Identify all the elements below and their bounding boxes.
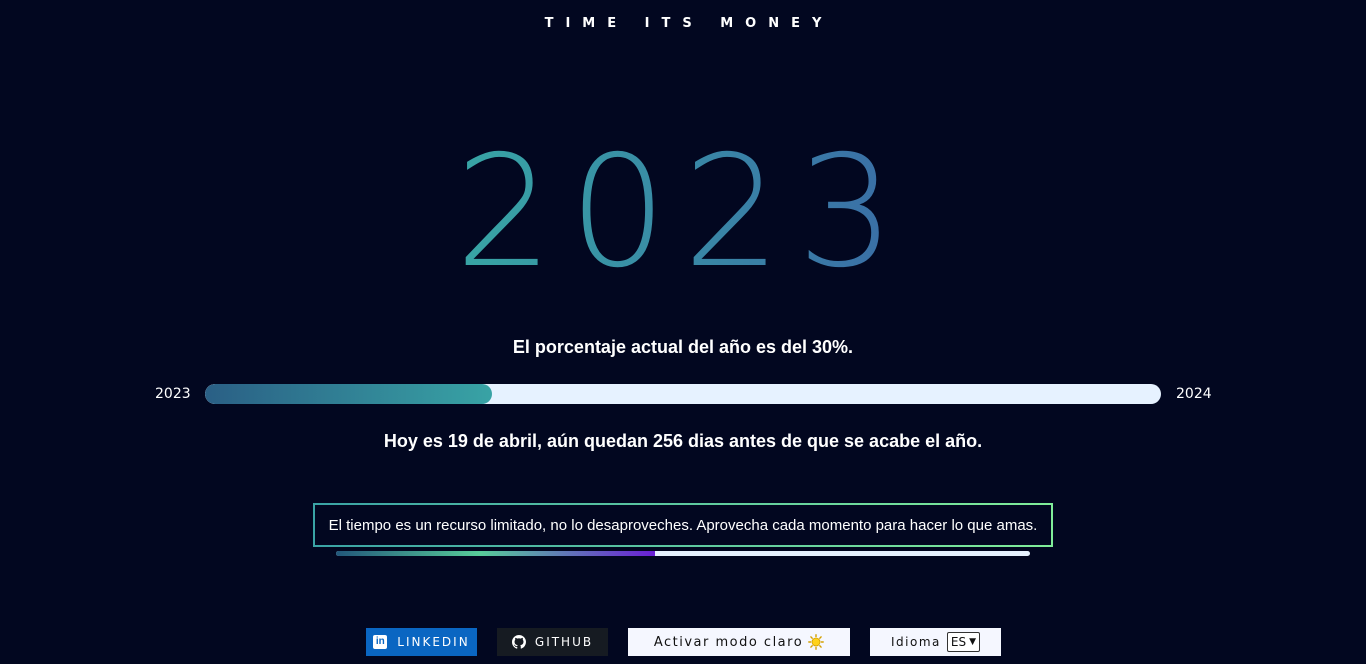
linkedin-button[interactable]: in LINKEDIN <box>366 628 477 656</box>
year-progress-bar <box>205 384 1161 404</box>
quote-text: El tiempo es un recurso limitado, no lo … <box>328 516 1038 534</box>
brand-title: TIME ITS MONEY <box>544 16 834 31</box>
github-icon <box>511 635 526 649</box>
github-label: GITHUB <box>534 635 594 649</box>
linkedin-label: LINKEDIN <box>397 635 470 649</box>
light-mode-label: Activar modo claro <box>653 634 804 650</box>
year-progress: 2023 2024 <box>0 384 1366 404</box>
progress-start-year: 2023 <box>155 386 191 402</box>
chevron-down-icon: ▼ <box>969 637 976 647</box>
year-percentage-text: El porcentaje actual del año es del 30%. <box>512 337 854 357</box>
language-selector: Idioma ES ▼ <box>870 628 1001 656</box>
linkedin-icon: in <box>373 635 388 649</box>
light-mode-button[interactable]: Activar modo claro <box>628 628 850 656</box>
sun-icon <box>808 634 825 650</box>
language-dropdown[interactable]: ES ▼ <box>946 632 980 652</box>
quote-timer-bar <box>336 551 1030 556</box>
github-button[interactable]: GITHUB <box>497 628 608 656</box>
quote-timer-fill <box>336 551 656 556</box>
footer: in LINKEDIN GITHUB Activar modo claro Id… <box>0 628 1366 656</box>
quote-box: El tiempo es un recurso limitado, no lo … <box>313 503 1053 547</box>
progress-end-year: 2024 <box>1176 386 1212 402</box>
language-label: Idioma <box>891 635 941 649</box>
page: TIME ITS MONEY 2023 El porcentaje actual… <box>0 0 1366 664</box>
year-progress-fill <box>205 384 492 404</box>
language-value: ES <box>950 635 967 649</box>
days-remaining-text: Hoy es 19 de abril, aún quedan 256 dias … <box>383 431 983 451</box>
current-year: 2023 <box>0 130 1366 296</box>
